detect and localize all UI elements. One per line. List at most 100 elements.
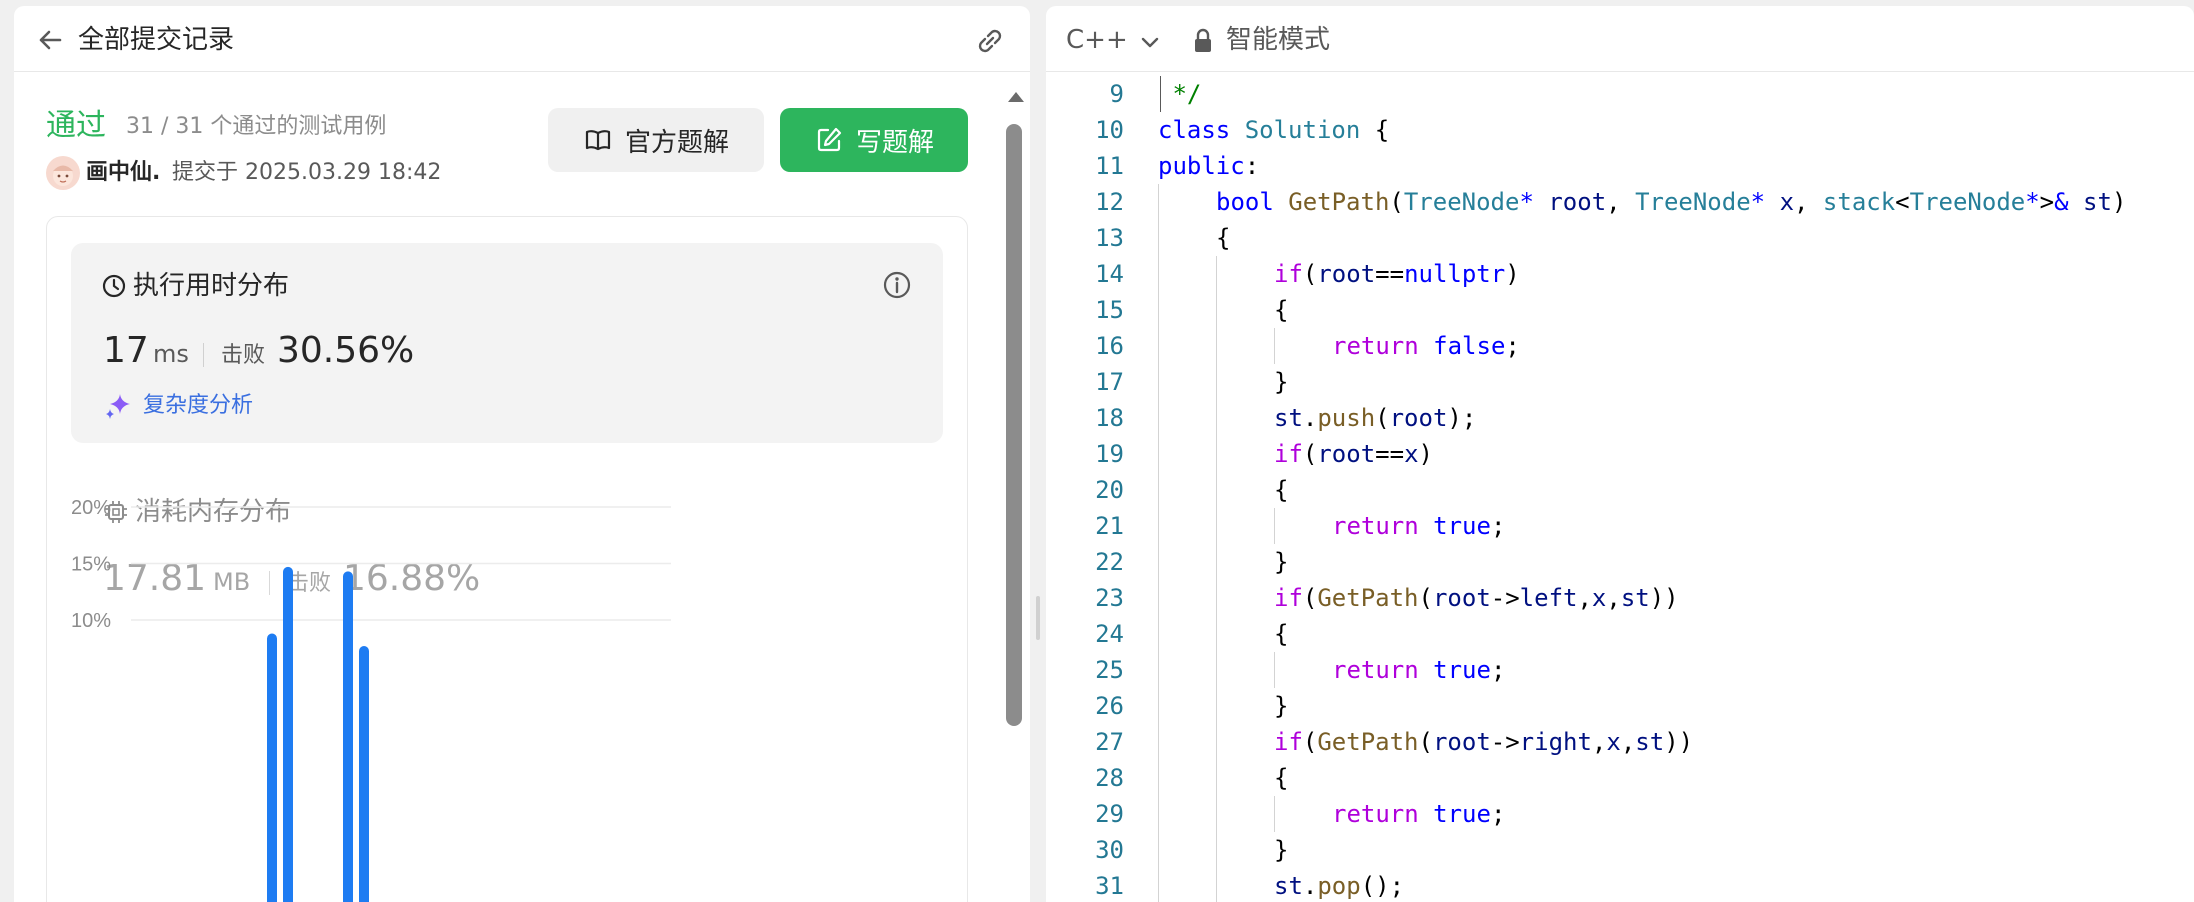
- code-line[interactable]: 31 st.pop();: [1046, 868, 2194, 902]
- submission-header: 全部提交记录: [14, 6, 1030, 72]
- code-line[interactable]: 28 {: [1046, 760, 2194, 796]
- line-number: 19: [1095, 440, 1124, 468]
- code-line[interactable]: 29 return true;: [1046, 796, 2194, 832]
- line-number: 18: [1095, 404, 1124, 432]
- official-solution-label: 官方题解: [624, 127, 729, 158]
- user-avatar[interactable]: [46, 156, 80, 190]
- code-text: if(GetPath(root->left,x,st)): [1274, 584, 1679, 612]
- code-line[interactable]: 21 return true;: [1046, 508, 2194, 544]
- code-text: }: [1274, 368, 1289, 396]
- header-title[interactable]: 全部提交记录: [78, 24, 234, 56]
- indent-guide: [1158, 364, 1159, 400]
- chevron-down-icon[interactable]: [1138, 30, 1162, 54]
- code-text: {: [1274, 764, 1289, 792]
- official-solution-button[interactable]: 官方题解: [548, 108, 764, 172]
- indent-guide: [1158, 400, 1159, 436]
- chart-bar[interactable]: [343, 571, 353, 902]
- write-solution-button[interactable]: 写题解: [780, 108, 968, 172]
- indent-guide: [1216, 724, 1217, 760]
- line-number: 10: [1095, 116, 1124, 144]
- indent-guide: [1158, 616, 1159, 652]
- indent-guide: [1158, 724, 1159, 760]
- code-line[interactable]: 13 {: [1046, 220, 2194, 256]
- editor-toolbar: C++ 智能模式: [1046, 6, 2194, 72]
- language-select[interactable]: C++: [1066, 24, 1128, 56]
- indent-guide: [1158, 220, 1159, 256]
- submission-panel: 全部提交记录 通过 31 / 31 个通过的测试用例 画中仙. 提交于 2025…: [14, 6, 1030, 902]
- line-number: 29: [1095, 800, 1124, 828]
- line-number: 28: [1095, 764, 1124, 792]
- indent-guide: [1274, 796, 1275, 832]
- line-number: 12: [1095, 188, 1124, 216]
- chart-y-tick-label: 20%: [71, 497, 111, 519]
- code-line[interactable]: 14 if(root==nullptr): [1046, 256, 2194, 292]
- indent-guide: [1158, 796, 1159, 832]
- code-line[interactable]: 17}: [1046, 364, 2194, 400]
- code-line[interactable]: 26}: [1046, 688, 2194, 724]
- panel-splitter[interactable]: [1030, 0, 1046, 902]
- code-line[interactable]: 10 class Solution {: [1046, 112, 2194, 148]
- indent-guide: [1216, 472, 1217, 508]
- indent-guide: [1216, 868, 1217, 902]
- indent-guide: [1158, 760, 1159, 796]
- code-text: return true;: [1332, 800, 1506, 828]
- line-number: 30: [1095, 836, 1124, 864]
- code-text: class Solution {: [1158, 116, 1390, 144]
- scrollbar[interactable]: [1004, 82, 1028, 902]
- chart-bar[interactable]: [267, 633, 277, 902]
- code-line[interactable]: 30}: [1046, 832, 2194, 868]
- code-line[interactable]: 18 st.push(root);: [1046, 400, 2194, 436]
- indent-guide: [1158, 436, 1159, 472]
- line-number: 20: [1095, 476, 1124, 504]
- code-line[interactable]: 20 {: [1046, 472, 2194, 508]
- code-line[interactable]: 23 if(GetPath(root->left,x,st)): [1046, 580, 2194, 616]
- back-arrow-icon[interactable]: [32, 22, 68, 58]
- chart-bar[interactable]: [283, 566, 293, 902]
- code-line[interactable]: 19 if(root==x): [1046, 436, 2194, 472]
- indent-guide: [1216, 580, 1217, 616]
- indent-guide: [1158, 868, 1159, 902]
- splitter-handle[interactable]: [1036, 596, 1040, 640]
- code-text: st.push(root);: [1274, 404, 1477, 432]
- code-line[interactable]: 15 {: [1046, 292, 2194, 328]
- code-panel: C++ 智能模式 9 */ 10 class Solution { 11 public:…: [1046, 6, 2194, 902]
- code-line[interactable]: 9 */: [1046, 76, 2194, 112]
- chart-bar[interactable]: [359, 645, 369, 902]
- code-line[interactable]: 12 bool GetPath(TreeNode* root, TreeNode*…: [1046, 184, 2194, 220]
- line-number: 21: [1095, 512, 1124, 540]
- code-line[interactable]: 27 if(GetPath(root->right,x,st)): [1046, 724, 2194, 760]
- indent-guide: [1158, 652, 1159, 688]
- code-editor[interactable]: 9 */ 10 class Solution { 11 public: 12 bool Ge…: [1046, 76, 2194, 902]
- indent-guide: [1158, 184, 1159, 220]
- code-line[interactable]: 16 return false;: [1046, 328, 2194, 364]
- line-number: 23: [1095, 584, 1124, 612]
- line-number: 13: [1095, 224, 1124, 252]
- code-line[interactable]: 25 return true;: [1046, 652, 2194, 688]
- code-text: bool GetPath(TreeNode* root, TreeNode* x…: [1216, 188, 2127, 216]
- indent-guide: [1216, 256, 1217, 292]
- scroll-up-icon[interactable]: [1008, 92, 1024, 102]
- indent-guide: [1216, 760, 1217, 796]
- book-icon: [585, 130, 611, 151]
- code-line[interactable]: 24 {: [1046, 616, 2194, 652]
- scrollbar-thumb[interactable]: [1006, 124, 1022, 726]
- user-name[interactable]: 画中仙.: [86, 158, 160, 188]
- link-icon[interactable]: [972, 23, 1008, 59]
- code-text: {: [1274, 296, 1289, 324]
- code-text: {: [1216, 224, 1231, 252]
- indent-guide: [1216, 832, 1217, 868]
- write-solution-label: 写题解: [855, 127, 934, 158]
- line-number: 9: [1109, 80, 1124, 108]
- lock-icon: [1195, 28, 1211, 52]
- line-number: 16: [1095, 332, 1124, 360]
- indent-guide: [1216, 292, 1217, 328]
- indent-guide: [1216, 652, 1217, 688]
- line-number: 11: [1095, 152, 1124, 180]
- line-number: 31: [1095, 872, 1124, 900]
- code-line[interactable]: 22}: [1046, 544, 2194, 580]
- line-number: 27: [1095, 728, 1124, 756]
- code-line[interactable]: 11 public:: [1046, 148, 2194, 184]
- distribution-chart: 20% 15% 10%: [71, 497, 671, 902]
- code-text: {: [1274, 476, 1289, 504]
- code-text: return true;: [1332, 512, 1506, 540]
